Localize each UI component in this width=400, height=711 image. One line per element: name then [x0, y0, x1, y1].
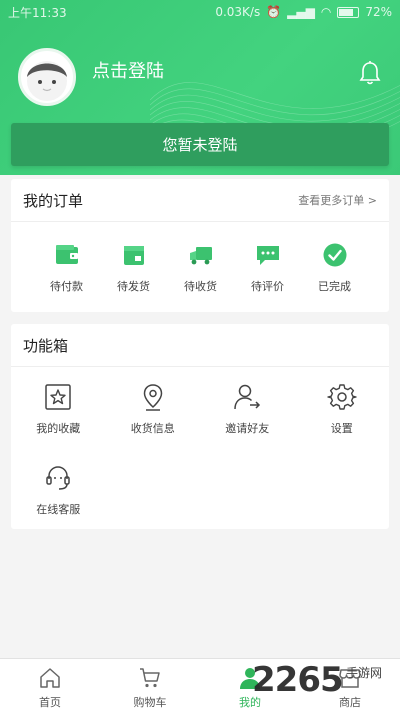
not-logged-in-banner[interactable]: 您暂未登陆: [11, 123, 389, 166]
order-status-label: 待评价: [251, 280, 284, 293]
box-icon: [123, 246, 144, 265]
toolbox-grid: 我的收藏 收货信息 邀请好友 设置 在线客服: [11, 367, 389, 544]
view-more-orders-link[interactable]: 查看更多订单 >: [298, 192, 377, 208]
order-status-row: 待付款 待发货 待收货 待评价 已完成: [11, 222, 389, 312]
login-link[interactable]: 点击登陆: [92, 57, 164, 83]
tool-invite-friends[interactable]: 邀请好友: [200, 382, 295, 463]
tab-label: 购物车: [133, 696, 167, 709]
avatar[interactable]: [18, 48, 76, 106]
tab-cart[interactable]: 购物车: [100, 659, 200, 711]
alarm-icon: ⏰: [266, 5, 282, 19]
watermark-logo: 2265: [252, 660, 344, 700]
cart-icon: [140, 668, 160, 688]
tool-label: 我的收藏: [36, 422, 81, 435]
tool-favorites[interactable]: 我的收藏: [11, 382, 106, 463]
order-status-label: 已完成: [318, 280, 351, 293]
toolbox-card: 功能箱 我的收藏 收货信息 邀请好友 设置 在线客服: [11, 324, 389, 529]
tool-label: 邀请好友: [225, 422, 270, 435]
headset-icon: [46, 466, 70, 490]
invite-user-icon: [234, 384, 261, 410]
order-pending-review[interactable]: 待评价: [234, 242, 301, 312]
battery-level: 72%: [365, 5, 392, 19]
orders-title: 我的订单: [23, 191, 84, 210]
tool-shipping-info[interactable]: 收货信息: [106, 382, 201, 463]
wifi-icon: ◠: [320, 5, 332, 19]
order-pending-receipt[interactable]: 待收货: [167, 242, 234, 312]
order-pending-payment[interactable]: 待付款: [33, 242, 100, 312]
chat-icon: [256, 246, 279, 265]
wallet-icon: [55, 245, 78, 264]
toolbox-title: 功能箱: [23, 336, 69, 355]
tool-settings[interactable]: 设置: [295, 382, 390, 463]
home-icon: [40, 668, 60, 688]
star-icon: [45, 384, 71, 410]
toolbox-header: 功能箱: [11, 324, 389, 367]
orders-card: 我的订单 查看更多订单 > 待付款 待发货 待收货 待评价 已完成: [11, 179, 389, 312]
status-time: 上午11:33: [8, 5, 67, 20]
location-pin-icon: [143, 384, 163, 411]
order-completed[interactable]: 已完成: [301, 242, 368, 312]
gear-icon: [327, 384, 357, 410]
tool-customer-service[interactable]: 在线客服: [11, 463, 106, 544]
tab-label: 首页: [39, 696, 61, 709]
check-circle-icon: [323, 243, 346, 267]
signal-icon: ▂▄▆: [287, 5, 315, 19]
order-status-label: 待发货: [117, 280, 150, 293]
order-status-label: 待收货: [184, 280, 217, 293]
order-pending-shipment[interactable]: 待发货: [100, 242, 167, 312]
orders-header: 我的订单 查看更多订单 >: [11, 179, 389, 222]
tab-home[interactable]: 首页: [0, 659, 100, 711]
battery-icon: [337, 6, 360, 18]
order-status-label: 待付款: [50, 280, 83, 293]
tool-label: 在线客服: [36, 503, 81, 516]
tool-label: 设置: [330, 422, 353, 435]
avatar-face-icon: [27, 61, 67, 101]
bell-icon[interactable]: [358, 60, 382, 86]
network-speed: 0.03K/s: [215, 5, 261, 19]
status-bar: 上午11:33 0.03K/s ⏰ ▂▄▆ ◠ 72%: [0, 0, 400, 24]
truck-icon: [189, 247, 212, 265]
watermark-subtext: 手游网: [346, 666, 383, 680]
tool-label: 收货信息: [130, 422, 175, 435]
